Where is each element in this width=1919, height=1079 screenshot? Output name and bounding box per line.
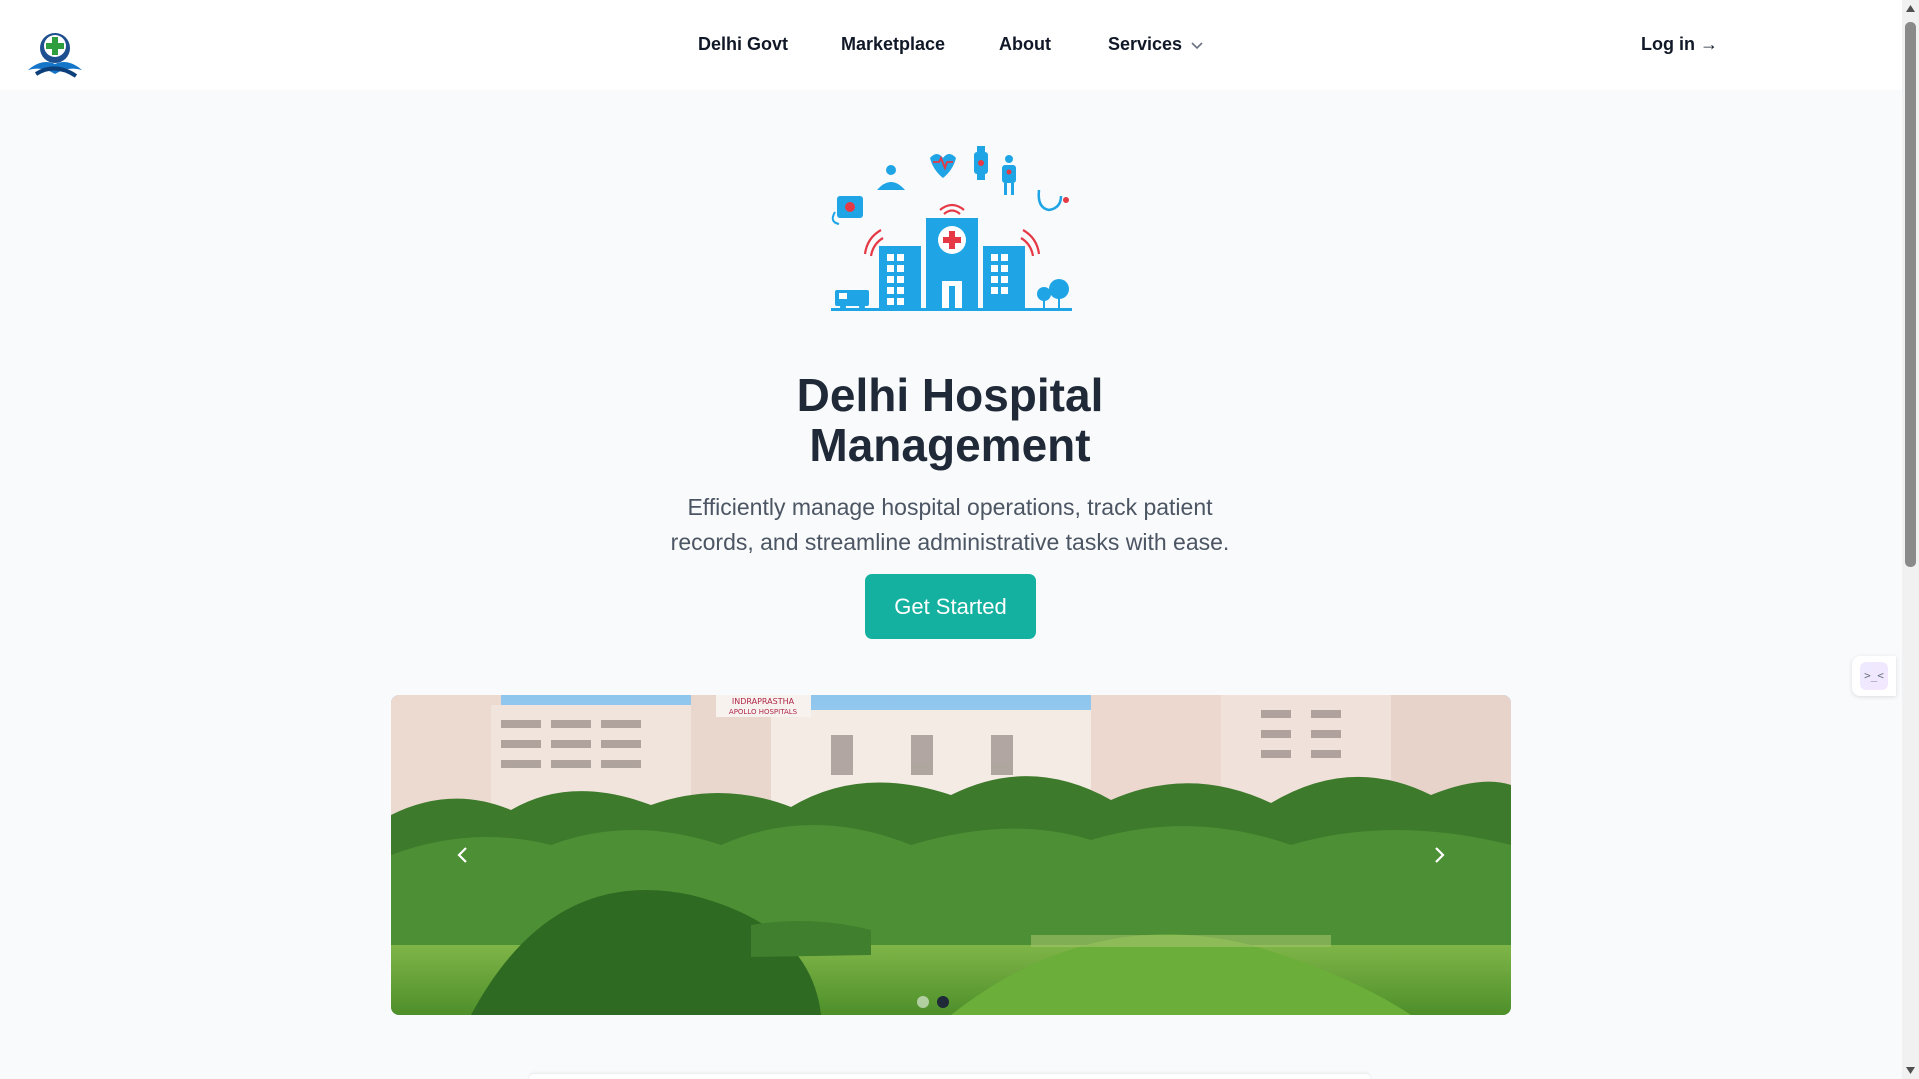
nav-marketplace[interactable]: Marketplace: [841, 34, 945, 55]
page-scrollbar[interactable]: [1902, 0, 1919, 1079]
carousel-dot-2[interactable]: [937, 996, 949, 1008]
scrollbar-thumb[interactable]: [1905, 22, 1916, 567]
carousel-dot-1[interactable]: [917, 996, 929, 1008]
subtitle-line-2: records, and streamline administrative t…: [670, 529, 1230, 555]
scroll-up-icon[interactable]: [1902, 0, 1919, 17]
widget-label: >_<: [1860, 662, 1888, 690]
title-line-2: Management: [809, 419, 1091, 471]
site-header: Delhi Govt Marketplace About Services Lo…: [0, 0, 1902, 90]
get-started-button[interactable]: Get Started: [865, 574, 1036, 639]
page-title: Delhi Hospital Management: [660, 370, 1240, 470]
nav-delhi-govt[interactable]: Delhi Govt: [698, 34, 788, 55]
next-section-card-edge: [530, 1074, 1370, 1079]
carousel-next-button[interactable]: [1417, 833, 1461, 877]
page-subtitle: Efficiently manage hospital operations, …: [640, 490, 1260, 560]
image-carousel: INDRAPRASTHA APOLLO HOSPITALS: [391, 695, 1511, 1015]
hospital-illustration: [829, 146, 1074, 314]
login-link[interactable]: Log in →: [1641, 34, 1718, 55]
carousel-prev-button[interactable]: [441, 833, 485, 877]
chevron-left-icon: [457, 847, 467, 863]
scroll-down-icon[interactable]: [1902, 1062, 1919, 1079]
nav-about[interactable]: About: [999, 34, 1051, 55]
main-nav: Delhi Govt Marketplace About Services Lo…: [0, 34, 1902, 58]
nav-services-dropdown[interactable]: Services: [1108, 34, 1204, 55]
nav-services-label: Services: [1108, 34, 1183, 54]
subtitle-line-1: Efficiently manage hospital operations, …: [687, 494, 1213, 520]
hospital-photo: INDRAPRASTHA APOLLO HOSPITALS: [391, 695, 1511, 1015]
title-line-1: Delhi Hospital: [796, 369, 1104, 421]
sign-text-1: INDRAPRASTHA: [732, 697, 795, 706]
floating-widget-button[interactable]: >_<: [1852, 656, 1896, 696]
sign-text-2: APOLLO HOSPITALS: [729, 708, 798, 716]
chevron-down-icon: [1191, 41, 1203, 49]
chevron-right-icon: [1435, 847, 1445, 863]
carousel-indicators: [917, 996, 949, 1008]
